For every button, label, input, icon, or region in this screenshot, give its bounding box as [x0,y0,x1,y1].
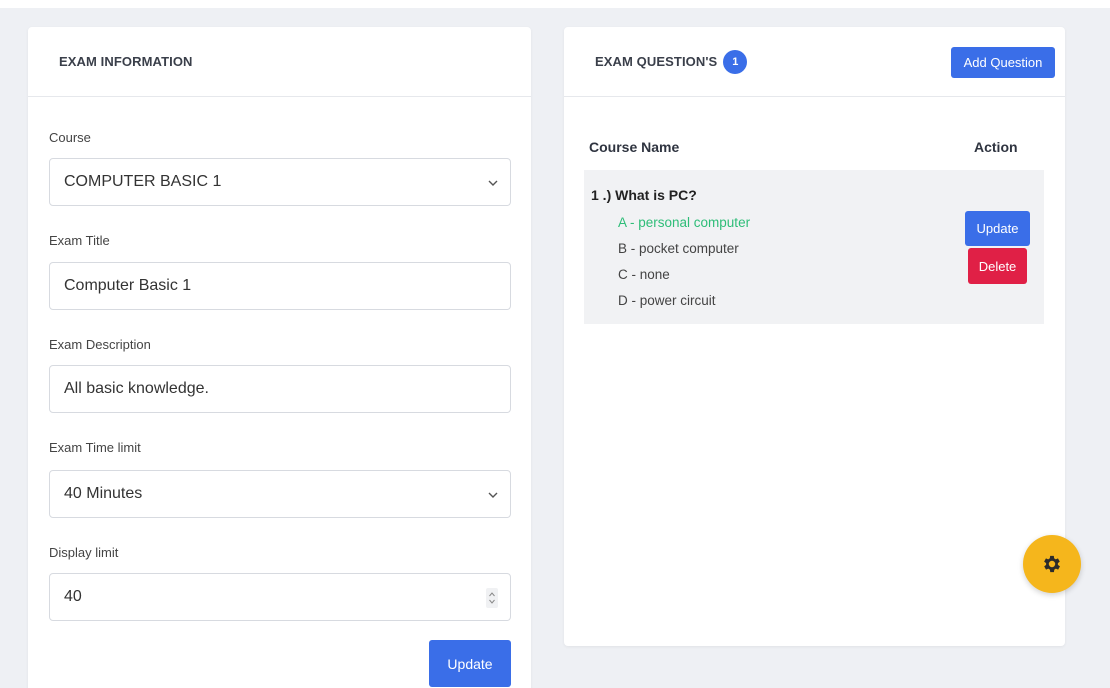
exam-title-label: Exam Title [49,233,110,248]
delete-question-button[interactable]: Delete [968,248,1027,284]
exam-information-title: EXAM INFORMATION [59,54,193,69]
exam-questions-header: EXAM QUESTION'S 1 Add Question [564,27,1065,97]
question-title: 1 .) What is PC? [591,187,697,203]
column-header-course-name: Course Name [589,139,680,155]
exam-questions-card: EXAM QUESTION'S 1 Add Question Course Na… [564,27,1065,646]
add-question-button[interactable]: Add Question [951,47,1055,78]
exam-information-header: EXAM INFORMATION [28,27,531,97]
exam-description-value: All basic knowledge. [64,380,209,397]
question-option-b: B - pocket computer [618,241,739,256]
exam-title-value: Computer Basic 1 [64,277,192,294]
chevron-down-icon [488,180,498,186]
spinner-icon[interactable] [486,588,498,608]
course-select-value: COMPUTER BASIC 1 [64,173,222,190]
update-question-button[interactable]: Update [965,211,1030,246]
course-select[interactable]: COMPUTER BASIC 1 [49,158,511,206]
question-count-badge: 1 [723,49,748,74]
course-label: Course [49,130,91,145]
exam-description-label: Exam Description [49,337,151,352]
exam-time-limit-label: Exam Time limit [49,440,141,455]
display-limit-label: Display limit [49,545,119,560]
exam-time-limit-value: 40 Minutes [64,485,143,502]
update-exam-button[interactable]: Update [429,640,511,687]
gear-icon [1044,555,1060,573]
exam-time-limit-select[interactable]: 40 Minutes [49,470,511,518]
exam-description-input[interactable]: All basic knowledge. [49,365,511,413]
settings-fab[interactable] [1023,535,1081,593]
table-row: 1 .) What is PC? A - personal computer B… [584,170,1044,324]
question-option-c: C - none [618,267,670,282]
top-bar [0,0,1110,8]
exam-questions-title: EXAM QUESTION'S [595,54,718,69]
column-header-action: Action [974,139,1018,155]
question-option-a: A - personal computer [618,215,751,230]
display-limit-input[interactable]: 40 [49,573,511,621]
question-option-d: D - power circuit [618,293,716,308]
display-limit-value: 40 [64,588,82,605]
exam-information-card: EXAM INFORMATION Course COMPUTER BASIC 1… [28,27,531,688]
exam-title-input[interactable]: Computer Basic 1 [49,262,511,310]
chevron-down-icon [488,492,498,498]
